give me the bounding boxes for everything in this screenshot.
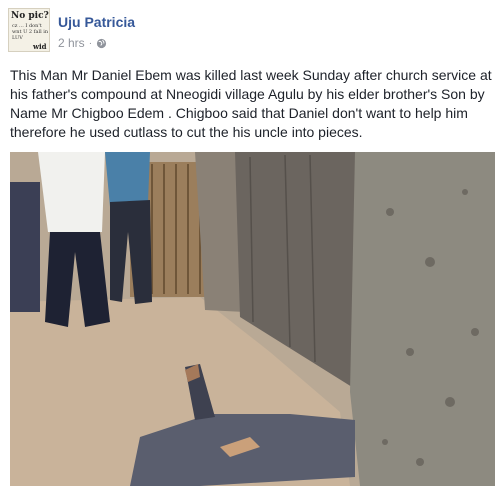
avatar-text-line1: No pic?: [11, 11, 49, 21]
post-body-text: This Man Mr Daniel Ebem was killed last …: [10, 67, 492, 140]
globe-icon[interactable]: [96, 38, 107, 49]
avatar-text-line3: wid ME: [33, 42, 47, 52]
post-photo[interactable]: [10, 152, 495, 486]
post-timestamp[interactable]: 2 hrs: [58, 36, 85, 50]
avatar-text-line2: cz ... I don't wnt U 2 fall in LUV: [12, 23, 49, 41]
facebook-post: No pic? cz ... I don't wnt U 2 fall in L…: [0, 0, 500, 486]
meta-separator: ·: [88, 37, 93, 49]
post-meta: 2 hrs ·: [58, 36, 107, 50]
avatar[interactable]: No pic? cz ... I don't wnt U 2 fall in L…: [8, 8, 50, 52]
author-name-link[interactable]: Uju Patricia: [58, 14, 135, 30]
